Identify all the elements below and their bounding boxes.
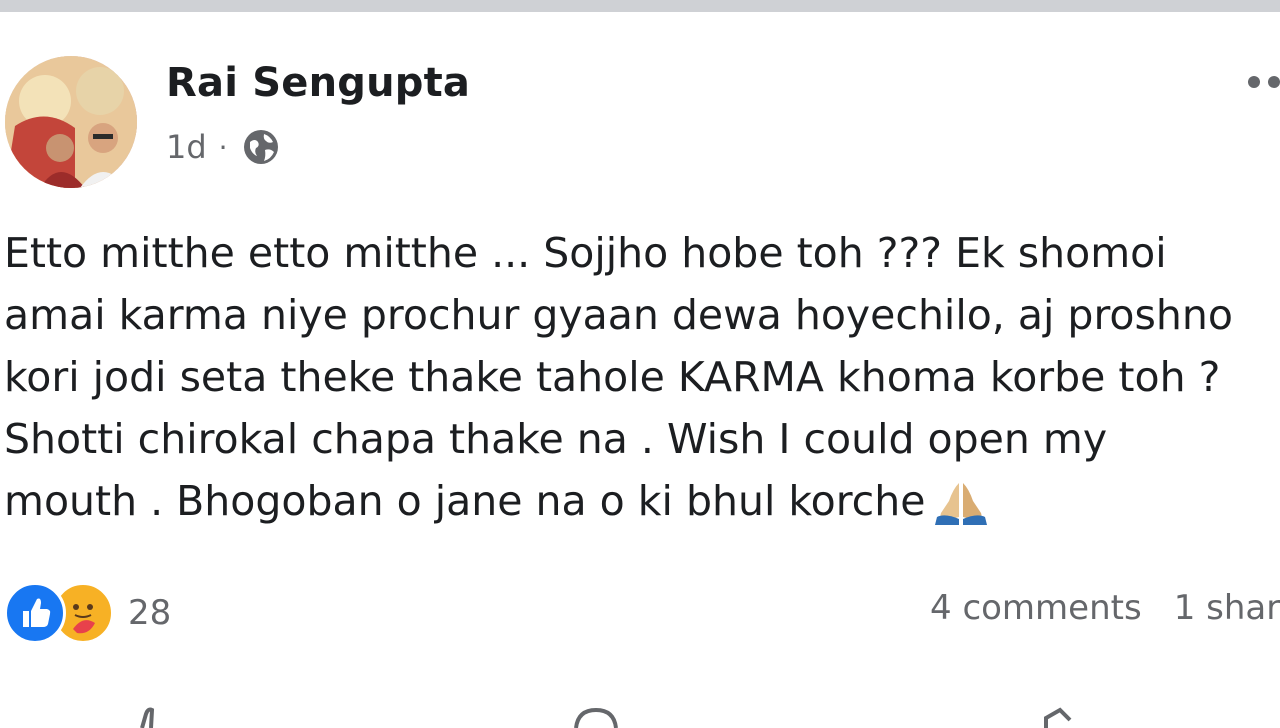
folded-hands-icon bbox=[935, 483, 988, 525]
top-strip bbox=[0, 0, 1280, 12]
avatar[interactable] bbox=[5, 56, 137, 188]
post-text-line: kori jodi seta theke thake tahole KARMA … bbox=[4, 353, 1221, 401]
avatar-image bbox=[5, 56, 137, 188]
post-text: Etto mitthe etto mitthe ... Sojjho hobe … bbox=[4, 222, 1280, 532]
comment-outline-icon[interactable] bbox=[572, 704, 620, 728]
post-meta: 1d · bbox=[166, 128, 280, 166]
meta-separator: · bbox=[218, 130, 228, 164]
like-icon bbox=[4, 582, 66, 644]
globe-icon[interactable] bbox=[242, 128, 280, 166]
post-text-last-line: mouth . Bhogoban o jane na o ki bhul kor… bbox=[4, 470, 1280, 532]
post-text-line: Etto mitthe etto mitthe ... Sojjho hobe … bbox=[4, 229, 1167, 277]
post-text-line: Shotti chirokal chapa thake na . Wish I … bbox=[4, 415, 1108, 463]
like-outline-icon[interactable] bbox=[128, 704, 176, 728]
reaction-count: 28 bbox=[128, 593, 172, 633]
comments-count-link[interactable]: 4 comments bbox=[930, 588, 1142, 628]
engagement-stats: 4 comments 1 shar bbox=[930, 588, 1280, 628]
shares-count-link[interactable]: 1 shar bbox=[1174, 588, 1280, 628]
post-card: Rai Sengupta 1d · Etto mitthe etto mitth… bbox=[0, 12, 1280, 728]
share-outline-icon[interactable] bbox=[1036, 704, 1084, 728]
reactions-summary[interactable]: 28 bbox=[4, 582, 171, 644]
action-bar bbox=[0, 700, 1280, 728]
post-time[interactable]: 1d bbox=[166, 128, 207, 166]
post-text-line: mouth . Bhogoban o jane na o ki bhul kor… bbox=[4, 477, 926, 525]
post-text-line: amai karma niye prochur gyaan dewa hoyec… bbox=[4, 291, 1233, 339]
more-horizontal-icon[interactable] bbox=[1244, 70, 1280, 94]
author-name[interactable]: Rai Sengupta bbox=[166, 60, 470, 106]
